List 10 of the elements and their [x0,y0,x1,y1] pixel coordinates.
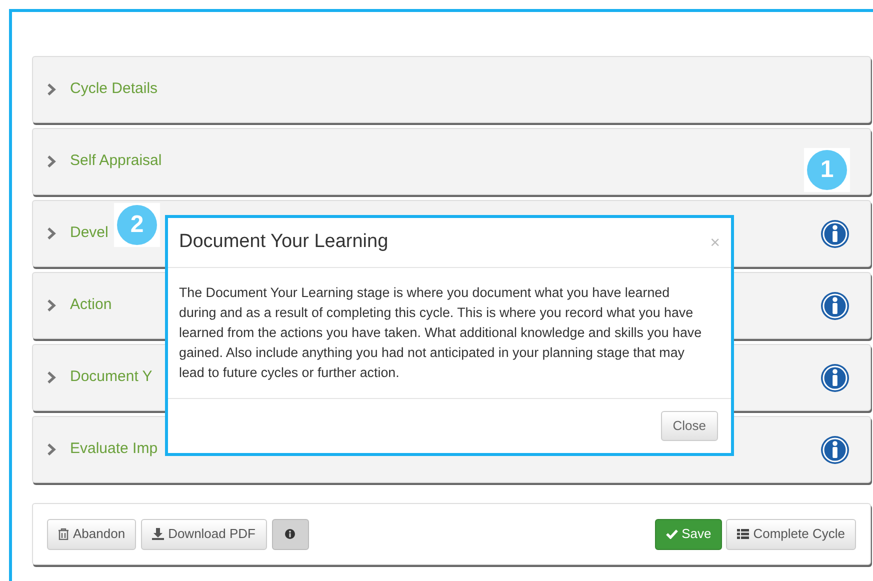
modal-title: Document Your Learning [179,230,388,254]
panel-title: Cycle Details [70,79,158,100]
step-badge: 1 [807,150,847,190]
panel-title: Action [70,295,112,316]
modal-body-text: The Document Your Learning stage is where you document what you have learned during and as a result of completing this cycle. This is where you record what you have learned from the actions you have taken. What additional knowledge and skills you have gained. Also include anything you had not anticipated in your planning stage that may lead to future cycles or further action. [179,284,703,382]
panel-title: Document Y [70,367,152,388]
step-badge: 2 [117,205,157,245]
panel-title: Self Appraisal [70,151,162,172]
panel-title: Devel [70,223,108,244]
panel-title: Evaluate Imp [70,439,158,460]
